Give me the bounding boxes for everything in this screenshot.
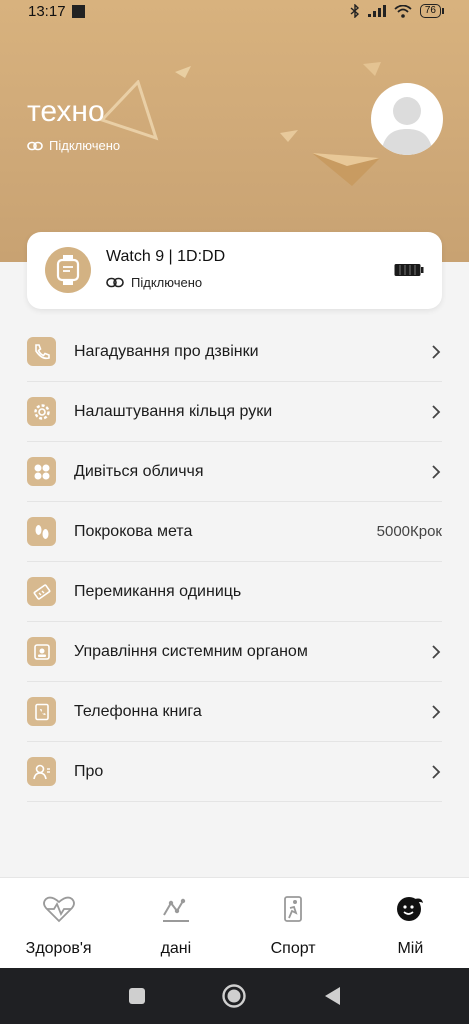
phone-icon xyxy=(27,337,56,366)
device-battery-icon xyxy=(394,264,424,276)
menu-item-label: Налаштування кільця руки xyxy=(74,402,273,420)
status-time: 13:17 xyxy=(28,2,66,20)
tab-sport[interactable]: Спорт xyxy=(235,878,352,968)
about-icon xyxy=(27,757,56,786)
link-icon xyxy=(27,141,43,150)
watchface-icon xyxy=(27,457,56,486)
chevron-right-icon xyxy=(430,644,442,660)
home-icon[interactable] xyxy=(221,983,247,1009)
system-icon xyxy=(27,637,56,666)
profile-face-icon xyxy=(393,894,427,924)
menu-item-label: Дивіться обличчя xyxy=(74,462,204,480)
device-connection-status: Підключено xyxy=(106,275,202,290)
header-connection-status: Підключено xyxy=(27,138,120,153)
tab-label: Мій xyxy=(397,940,424,957)
profile-name: техно xyxy=(27,95,105,128)
system-nav-bar xyxy=(0,968,469,1024)
menu-item-step-goal[interactable]: Покрокова мета 5000Крок xyxy=(27,502,442,562)
menu-item-label: Управління системним органом xyxy=(74,642,308,660)
menu-item-label: Перемикання одиниць xyxy=(74,582,242,600)
tab-health[interactable]: Здоров'я xyxy=(0,878,117,968)
tab-label: Спорт xyxy=(270,940,316,957)
device-connection-label: Підключено xyxy=(131,275,203,290)
step-goal-value: 5000Крок xyxy=(376,523,442,540)
menu-item-label: Покрокова мета xyxy=(74,522,193,540)
decorative-plane-small-icon xyxy=(363,62,381,76)
tab-label: Здоров'я xyxy=(25,940,92,957)
profile-header: техно Підключено xyxy=(0,0,469,262)
decorative-triangle-icon xyxy=(99,80,159,141)
decorative-plane-small-icon xyxy=(175,66,191,78)
tab-my[interactable]: Мій xyxy=(352,878,469,968)
watch-icon xyxy=(45,247,91,293)
notification-icon xyxy=(71,4,85,18)
menu-item-watch-faces[interactable]: Дивіться обличчя xyxy=(27,442,442,502)
menu-item-label: Про xyxy=(74,762,104,780)
status-bar: 13:17 76 xyxy=(0,0,469,22)
tab-label: дані xyxy=(160,940,192,957)
footsteps-icon xyxy=(27,517,56,546)
menu-item-call-reminder[interactable]: Нагадування про дзвінки xyxy=(27,322,442,382)
menu-item-label: Телефонна книга xyxy=(74,702,202,720)
phonebook-icon xyxy=(27,697,56,726)
chart-icon xyxy=(159,894,193,924)
device-card[interactable]: Watch 9 | 1D:DD Підключено xyxy=(27,232,442,309)
header-connection-label: Підключено xyxy=(49,138,121,153)
menu-item-unit-switch[interactable]: Перемикання одиниць xyxy=(27,562,442,622)
heart-pulse-icon xyxy=(42,894,76,924)
avatar[interactable] xyxy=(371,83,443,155)
wifi-icon xyxy=(394,4,412,18)
menu-item-label: Нагадування про дзвінки xyxy=(74,342,259,360)
running-icon xyxy=(276,894,310,924)
recents-icon[interactable] xyxy=(127,986,147,1006)
ruler-icon xyxy=(27,577,56,606)
link-icon xyxy=(106,277,124,288)
chevron-right-icon xyxy=(430,764,442,780)
chevron-right-icon xyxy=(430,404,442,420)
chevron-right-icon xyxy=(430,344,442,360)
tab-data[interactable]: дані xyxy=(117,878,234,968)
bluetooth-icon xyxy=(350,4,359,18)
chevron-right-icon xyxy=(430,704,442,720)
decorative-plane-icon xyxy=(312,153,380,186)
menu-item-system-management[interactable]: Управління системним органом xyxy=(27,622,442,682)
menu-item-phonebook[interactable]: Телефонна книга xyxy=(27,682,442,742)
gear-icon xyxy=(27,397,56,426)
chevron-right-icon xyxy=(430,464,442,480)
menu-item-about[interactable]: Про xyxy=(27,742,442,802)
decorative-plane-small-icon xyxy=(280,130,298,142)
device-name: Watch 9 | 1D:DD xyxy=(106,248,226,265)
battery-indicator: 76 xyxy=(419,4,445,18)
back-icon[interactable] xyxy=(322,985,342,1007)
bottom-tab-bar: Здоров'я дані Спорт Мій xyxy=(0,877,469,968)
signal-icon xyxy=(367,5,386,17)
user-silhouette-icon xyxy=(381,97,433,155)
settings-menu: Нагадування про дзвінки Налаштування кіл… xyxy=(27,322,442,802)
menu-item-band-settings[interactable]: Налаштування кільця руки xyxy=(27,382,442,442)
